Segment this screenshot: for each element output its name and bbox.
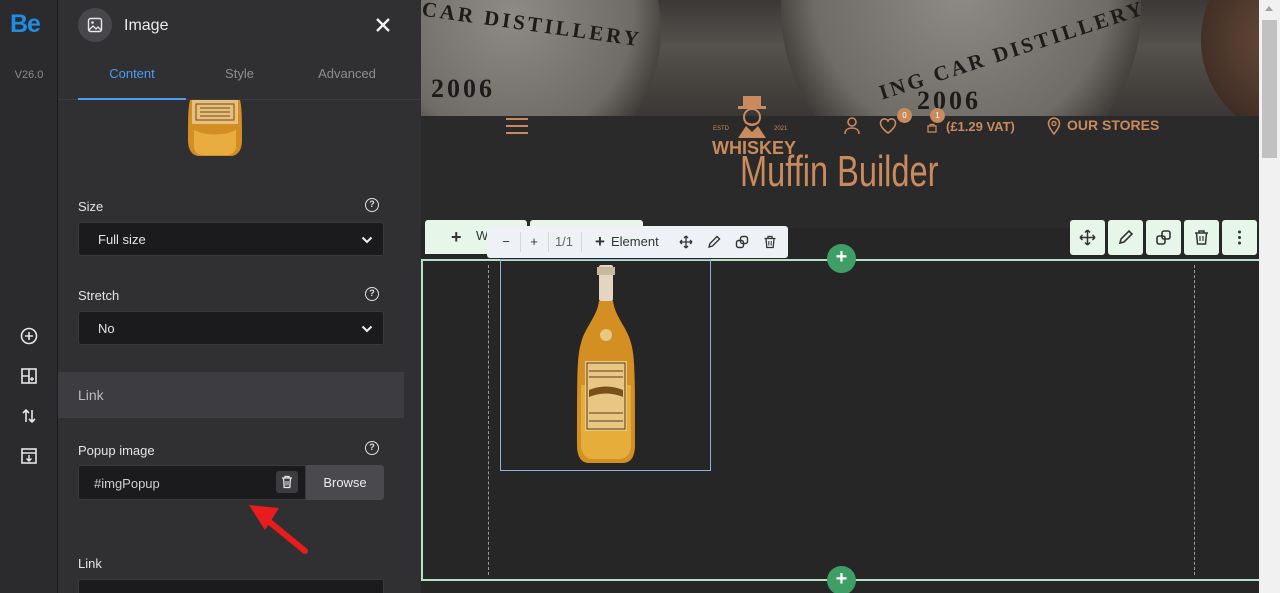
builder-rail: Be V26.0: [0, 0, 58, 593]
kebab-menu-icon: [1238, 230, 1241, 245]
image-preview-thumbnail[interactable]: [186, 100, 244, 156]
tab-advanced[interactable]: Advanced: [293, 64, 401, 100]
decrease-size-button[interactable]: −: [493, 226, 519, 258]
column-guide: [1194, 265, 1195, 575]
gentleman-emblem-icon: [738, 96, 766, 138]
help-icon[interactable]: ?: [365, 287, 379, 301]
stretch-select[interactable]: No: [78, 311, 384, 345]
increase-size-button[interactable]: +: [521, 226, 547, 258]
chevron-down-icon: [361, 236, 373, 244]
hero-stamp: 2006: [431, 74, 495, 103]
move-icon: [1079, 229, 1096, 246]
add-element-button[interactable]: Element: [611, 226, 665, 258]
link-duplicate-icon: [1156, 230, 1171, 245]
delete-section-button[interactable]: [1184, 220, 1219, 255]
red-arrow-annotation: [249, 505, 308, 554]
panel-title: Image: [124, 17, 169, 34]
add-section-button[interactable]: +: [827, 566, 856, 593]
tab-content[interactable]: Content: [78, 64, 186, 100]
panel-tabs: Content Style Advanced: [78, 64, 408, 100]
hero-stamp: 2006: [917, 86, 981, 115]
help-icon[interactable]: ?: [365, 441, 379, 455]
size-select-value: Full size: [98, 232, 146, 247]
image-element[interactable]: [500, 259, 711, 471]
hamburger-menu-icon[interactable]: [506, 118, 528, 136]
site-title: Muffin Builder: [740, 147, 939, 196]
scroll-up-arrow-icon[interactable]: [1265, 6, 1273, 11]
wishlist-count-badge: 0: [897, 108, 912, 123]
move-section-button[interactable]: [1070, 220, 1105, 255]
add-section-button[interactable]: +: [827, 244, 856, 273]
scrollbar-thumb[interactable]: [1262, 20, 1277, 158]
help-icon[interactable]: ?: [365, 198, 379, 212]
image-icon: [78, 8, 112, 42]
link-section-header[interactable]: Link: [58, 372, 404, 418]
tab-style[interactable]: Style: [186, 64, 293, 100]
duplicate-section-button[interactable]: [1146, 220, 1181, 255]
clear-trash-icon[interactable]: [276, 471, 298, 493]
stretch-label: Stretch: [78, 288, 120, 303]
brand-year: 2021: [774, 126, 788, 132]
vertical-scrollbar[interactable]: [1259, 0, 1280, 593]
layout-add-icon[interactable]: [19, 366, 39, 386]
browse-button[interactable]: Browse: [306, 465, 384, 500]
link-label: Link: [78, 556, 102, 571]
settings-panel: Image Content Style Advanced Size ? Full…: [58, 0, 421, 593]
popup-image-label: Popup image: [78, 443, 155, 458]
panel-header: Image Content Style Advanced: [58, 0, 421, 100]
whiskey-bottle-image: [577, 265, 635, 463]
be-logo[interactable]: Be: [10, 10, 41, 39]
sort-arrows-icon[interactable]: [19, 406, 39, 426]
size-label: Size: [78, 199, 104, 214]
edit-section-button[interactable]: [1108, 220, 1143, 255]
plus-icon: +: [451, 227, 462, 247]
hero-barrels-image: CAR DISTILLERY 2006 ING CAR DISTILLERY 2…: [421, 0, 1259, 116]
stretch-select-value: No: [98, 321, 115, 336]
cart-total[interactable]: (£1.29 VAT): [946, 119, 1015, 134]
add-element-plus-icon[interactable]: +: [591, 226, 609, 258]
column-guide: [488, 265, 489, 575]
our-stores-link[interactable]: OUR STORES: [1067, 117, 1159, 133]
version-label: V26.0: [14, 69, 44, 81]
brand-estd: ESTD: [713, 126, 730, 132]
more-options-button[interactable]: [1222, 220, 1257, 255]
heart-icon[interactable]: [879, 117, 897, 140]
link-input[interactable]: [78, 579, 384, 593]
barrel-right: [1201, 0, 1259, 116]
size-select[interactable]: Full size: [78, 222, 384, 256]
divider: [581, 232, 582, 252]
close-icon[interactable]: [374, 16, 392, 34]
move-icon[interactable]: [679, 235, 693, 254]
import-icon[interactable]: [19, 446, 39, 466]
pencil-icon[interactable]: [707, 235, 721, 254]
duplicate-icon[interactable]: [735, 235, 749, 254]
cart-count-badge: 1: [930, 108, 945, 123]
chevron-down-icon: [361, 325, 373, 333]
add-circle-icon[interactable]: [19, 326, 39, 346]
page-canvas: CAR DISTILLERY 2006 ING CAR DISTILLERY 2…: [421, 0, 1259, 593]
location-pin-icon: [1047, 117, 1061, 135]
size-indicator: 1/1: [554, 234, 574, 249]
trash-icon: [1195, 230, 1208, 245]
pencil-icon: [1118, 229, 1134, 245]
element-toolbar: − + 1/1 + Element: [487, 226, 788, 258]
trash-icon[interactable]: [763, 235, 777, 254]
user-icon[interactable]: [844, 117, 860, 140]
